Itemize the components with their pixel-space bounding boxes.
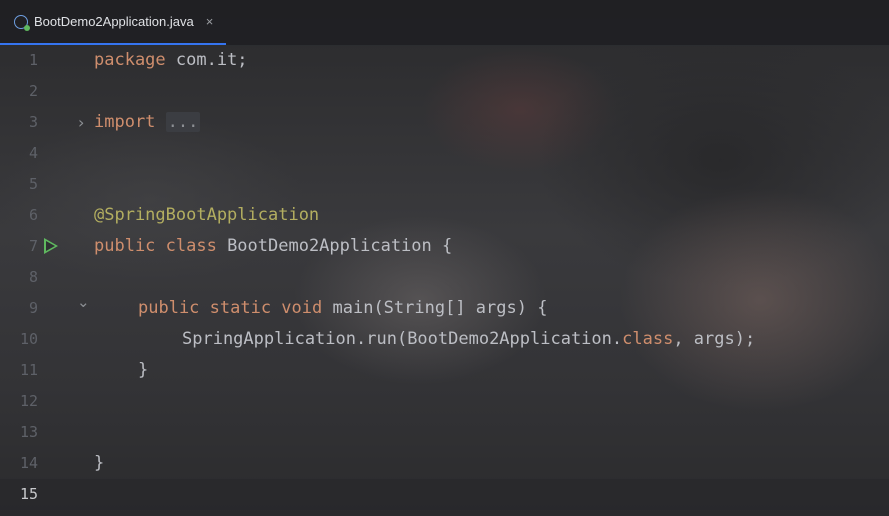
code-line: 2 (0, 76, 889, 107)
code-line: 8 (0, 262, 889, 293)
fold-collapse-icon[interactable]: ⌄ (77, 287, 90, 318)
code-line: 7 public class BootDemo2Application { (0, 231, 889, 262)
code-line: 6 @SpringBootApplication (0, 200, 889, 231)
code-text[interactable]: @SpringBootApplication (94, 200, 319, 231)
fold-expand-icon[interactable]: › (78, 107, 84, 138)
line-number: 8 (28, 268, 38, 286)
code-text[interactable]: import ... (94, 107, 201, 138)
close-icon[interactable]: × (206, 14, 214, 29)
line-number: 4 (28, 144, 38, 162)
line-number: 10 (19, 330, 38, 348)
code-line: 11 } (0, 355, 889, 386)
line-number: 11 (19, 361, 38, 379)
code-line: 3 › import ... (0, 107, 889, 138)
code-text[interactable]: public static void main(String[] args) { (138, 293, 547, 324)
line-number: 2 (28, 82, 38, 100)
code-line: 9 ⌄ public static void main(String[] arg… (0, 293, 889, 324)
folded-imports[interactable]: ... (165, 112, 201, 132)
code-text[interactable]: public class BootDemo2Application { (94, 231, 452, 262)
line-number: 5 (28, 175, 38, 193)
code-line: 12 (0, 386, 889, 417)
code-line: 15 (0, 479, 889, 510)
code-text[interactable]: package com.it; (94, 45, 248, 76)
editor-tab[interactable]: BootDemo2Application.java × (0, 0, 226, 45)
code-text[interactable]: } (138, 355, 148, 386)
line-number: 9 (28, 299, 38, 317)
code-line: 13 (0, 417, 889, 448)
line-number: 1 (28, 51, 38, 69)
line-number: 15 (19, 485, 38, 503)
run-gutter-icon[interactable] (44, 238, 58, 254)
tab-filename[interactable]: BootDemo2Application.java (34, 14, 194, 29)
code-line: 10 SpringApplication.run(BootDemo2Applic… (0, 324, 889, 355)
line-number: 6 (28, 206, 38, 224)
code-line: 14 } (0, 448, 889, 479)
java-class-icon (14, 14, 30, 31)
editor-tab-bar: BootDemo2Application.java × (0, 0, 889, 46)
line-number: 14 (19, 454, 38, 472)
line-number: 12 (19, 392, 38, 410)
code-text[interactable]: SpringApplication.run(BootDemo2Applicati… (182, 324, 755, 355)
code-text[interactable]: } (94, 448, 104, 479)
code-line: 4 (0, 138, 889, 169)
line-number: 13 (19, 423, 38, 441)
code-editor[interactable]: 1 package com.it; 2 3 › import ... 4 5 6… (0, 45, 889, 516)
line-number: 3 (28, 113, 38, 131)
code-line: 1 package com.it; (0, 45, 889, 76)
line-number: 7 (28, 237, 38, 255)
code-line: 5 (0, 169, 889, 200)
